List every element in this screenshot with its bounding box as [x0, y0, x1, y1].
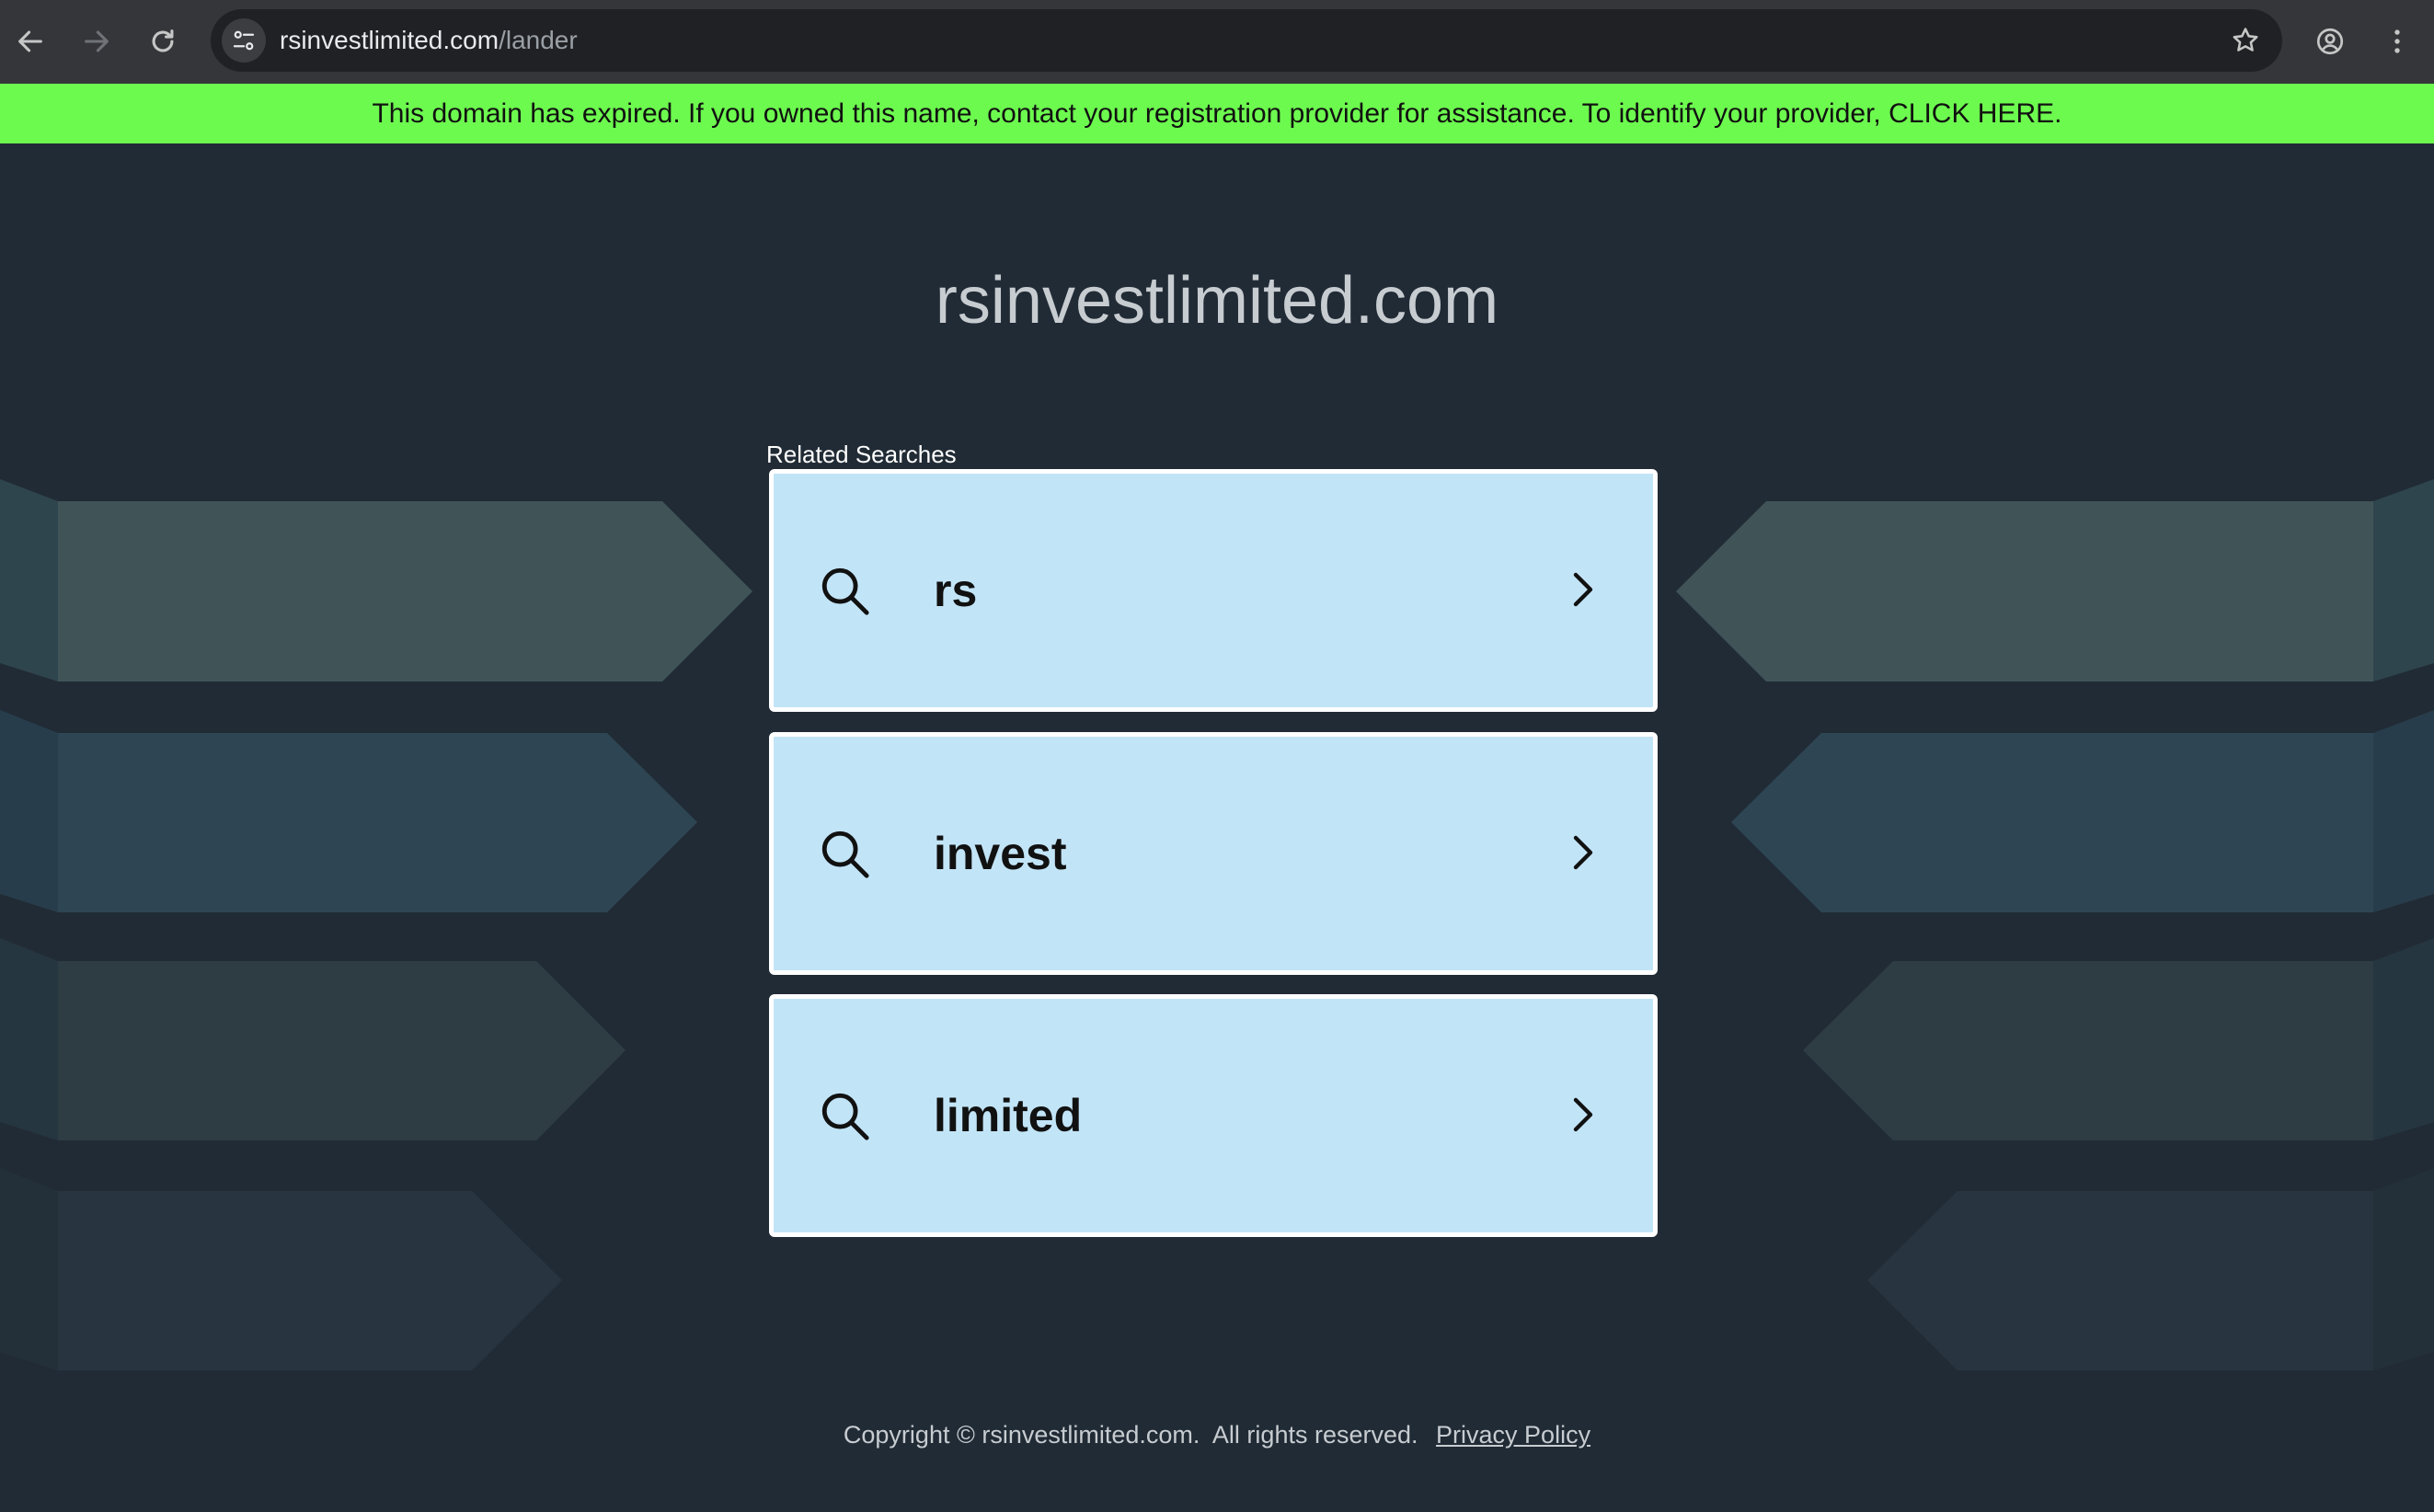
chevron-right-icon [1573, 572, 1593, 607]
site-info-icon [233, 30, 255, 51]
url-path: /lander [499, 26, 578, 54]
related-search-label: invest [934, 828, 1067, 879]
related-search-label: limited [934, 1090, 1083, 1141]
search-icon [821, 830, 869, 878]
related-searches-label: Related Searches [766, 441, 957, 468]
footer: Copyright © rsinvestlimited.com. All rig… [0, 1421, 2434, 1449]
profile-button[interactable] [2307, 18, 2353, 64]
privacy-policy-link[interactable]: Privacy Policy [1436, 1421, 1590, 1449]
chevron-right-icon [1573, 835, 1593, 870]
profile-icon [2316, 28, 2344, 55]
banner-click-here-link[interactable]: CLICK HERE. [1889, 98, 2061, 129]
lander-page: rsinvestlimited.com Related Searches rs … [0, 143, 2434, 1512]
chevron-right-icon [1573, 1097, 1593, 1132]
forward-arrow-icon [85, 30, 109, 52]
address-bar[interactable]: rsinvestlimited.com/lander [211, 9, 2282, 72]
reload-button[interactable] [140, 18, 186, 64]
related-search-limited[interactable]: limited [769, 994, 1658, 1237]
reload-icon [152, 29, 174, 52]
search-icon [821, 1093, 869, 1140]
browser-toolbar: rsinvestlimited.com/lander [0, 0, 2434, 84]
domain-title: rsinvestlimited.com [935, 264, 1499, 338]
related-search-rs[interactable]: rs [769, 469, 1658, 712]
bookmark-button[interactable] [2225, 20, 2266, 61]
banner-text: This domain has expired. If you owned th… [372, 98, 1881, 129]
related-search-label: rs [934, 565, 978, 616]
back-arrow-icon [18, 30, 42, 52]
search-icon [821, 567, 869, 615]
site-info-button[interactable] [222, 18, 266, 63]
more-vert-icon [2394, 29, 2400, 53]
star-icon [2233, 28, 2258, 52]
forward-button[interactable] [74, 18, 120, 64]
back-button[interactable] [7, 18, 53, 64]
expired-domain-banner: This domain has expired. If you owned th… [0, 84, 2434, 143]
related-search-invest[interactable]: invest [769, 732, 1658, 975]
copyright-text: Copyright © rsinvestlimited.com. All rig… [843, 1421, 1418, 1449]
more-menu-button[interactable] [2374, 18, 2420, 64]
url-domain: rsinvestlimited.com [280, 26, 499, 54]
url-text[interactable]: rsinvestlimited.com/lander [280, 9, 578, 72]
